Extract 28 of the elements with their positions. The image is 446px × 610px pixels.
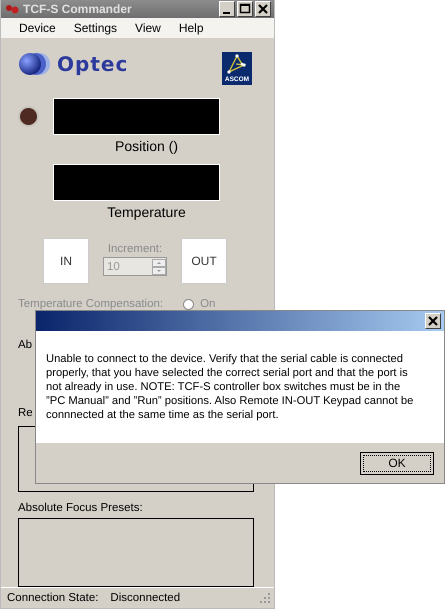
maximize-icon [238, 2, 252, 16]
maximize-button[interactable] [237, 1, 253, 18]
minimize-button[interactable] [219, 1, 235, 18]
increment-label: Increment: [108, 243, 162, 255]
minimize-icon [223, 12, 230, 14]
close-icon [256, 2, 270, 16]
app-icon [5, 4, 19, 14]
resize-grip-icon [260, 592, 270, 602]
optec-logo: Optec [18, 52, 128, 76]
presets-list-box[interactable] [18, 518, 254, 587]
compensation-label: Temperature Compensation: [18, 298, 164, 310]
status-label: Connection State: [7, 592, 98, 604]
presets-label: Absolute Focus Presets: [18, 502, 144, 514]
menu-item[interactable]: Settings [74, 21, 118, 36]
close-icon [426, 314, 440, 328]
status-value: Disconnected [110, 592, 182, 604]
ok-button[interactable]: OK [360, 452, 434, 474]
menu-item[interactable]: View [135, 21, 161, 36]
menu-item[interactable]: Help [178, 21, 204, 36]
section-label: Re [18, 407, 34, 421]
error-message: Unable to connect to the device. Verify that the serial cable is connected properly, that you have selected the correct serial port and that the port is not already in use. NOTE: TCF-S controller box switches must be in the ”PC Manual” and ”Run” positions. Also Remote IN-OUT Keypad cannot be connnected at the same time as the serial port. [46, 352, 414, 422]
menu-item[interactable]: Device [19, 21, 56, 36]
close-button[interactable] [255, 1, 271, 18]
window-title: TCF-S Commander [23, 2, 133, 16]
position-label: Position () [114, 138, 180, 156]
close-button[interactable] [425, 313, 441, 329]
section-label: Ab [18, 339, 34, 353]
temperature-label: Temperature [106, 204, 187, 222]
